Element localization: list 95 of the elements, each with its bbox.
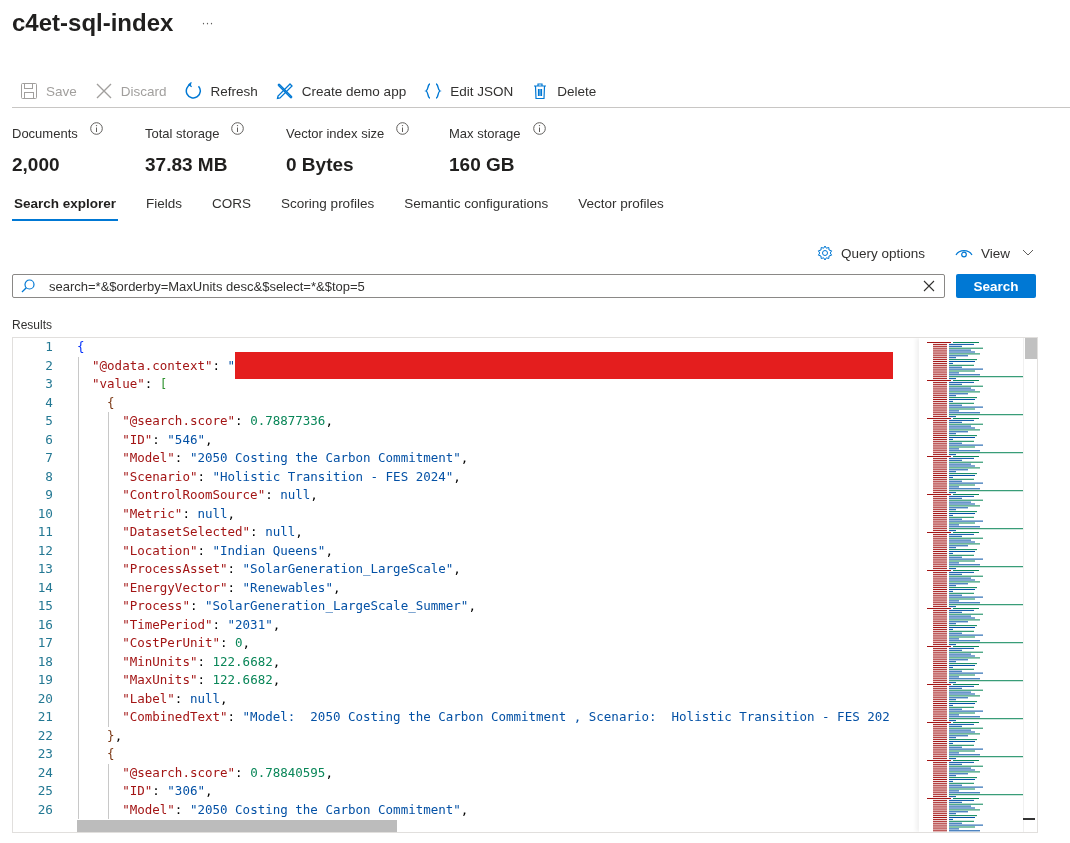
tab[interactable]: Fields xyxy=(144,190,185,221)
overview-marker xyxy=(1023,818,1035,820)
tab[interactable]: Scoring profiles xyxy=(279,190,377,221)
query-options-button[interactable]: Query options xyxy=(814,243,927,263)
line-number: 10 xyxy=(36,504,54,523)
code-line: "Location": "Indian Queens", xyxy=(122,541,333,560)
code-line: "EnergyVector": "Renewables", xyxy=(122,578,341,597)
stat-label: Max storage xyxy=(449,126,521,141)
stat-label: Documents xyxy=(12,126,78,141)
line-number: 8 xyxy=(44,467,54,486)
tab[interactable]: Search explorer xyxy=(12,190,119,221)
code-line: { xyxy=(107,745,115,763)
gear-icon xyxy=(816,245,833,261)
stat-value: 2,000 xyxy=(12,154,61,176)
code-line: "ID": "546", xyxy=(122,430,213,449)
line-number: 20 xyxy=(36,689,54,708)
line-number: 21 xyxy=(36,708,54,726)
stat-label: Total storage xyxy=(145,126,220,141)
code-line: "CombinedText": "Model: 2050 Costing the Carbon Commitment , Scenario: Holistic Transition - FES 202 xyxy=(122,708,890,726)
line-number: 16 xyxy=(36,615,54,634)
page-title: c4et-sql-index xyxy=(12,8,174,38)
code-line: "Process": "SolarGeneration_LargeScale_Summer", xyxy=(122,597,476,615)
line-number: 13 xyxy=(36,560,54,578)
info-icon xyxy=(532,122,546,135)
close-icon xyxy=(94,82,113,100)
code-line: "CostPerUnit": 0, xyxy=(122,634,251,652)
line-number: 19 xyxy=(36,671,54,689)
code-line: "DatasetSelected": null, xyxy=(122,523,303,541)
code-line: "ID": "306", xyxy=(122,782,213,800)
refresh-icon xyxy=(184,82,203,100)
line-number: 25 xyxy=(36,782,54,800)
tab[interactable]: Vector profiles xyxy=(576,190,666,221)
code-line: "Label": null, xyxy=(122,689,228,708)
line-number: 5 xyxy=(44,412,54,430)
stat-value: 37.83 MB xyxy=(145,154,229,176)
code-line: { xyxy=(107,393,115,412)
code-editor[interactable] xyxy=(12,337,1038,833)
code-line: "@search.score": 0.78877336, xyxy=(122,412,333,430)
line-number: 18 xyxy=(36,652,54,671)
stat-label: Vector index size xyxy=(286,126,385,141)
line-number: 4 xyxy=(44,393,54,412)
edit-json-button[interactable]: Edit JSON xyxy=(422,80,516,102)
code-line: "value": [ xyxy=(92,375,168,393)
line-number: 11 xyxy=(36,523,54,541)
line-number: 2 xyxy=(44,356,54,375)
info-icon xyxy=(396,122,410,135)
braces-icon xyxy=(424,82,443,100)
line-number: 9 xyxy=(44,486,54,504)
code-line: "MaxUnits": 122.6682, xyxy=(122,671,281,689)
more-button[interactable]: ··· xyxy=(197,16,218,30)
code-line: { xyxy=(77,338,85,356)
code-line: "@odata.context": " xyxy=(92,356,894,375)
line-number: 14 xyxy=(36,578,54,597)
clear-icon xyxy=(923,280,935,292)
code-line: "Model": "2050 Costing the Carbon Commitment", xyxy=(122,800,469,819)
create-app-button[interactable]: Create demo app xyxy=(273,80,409,102)
code-line: "Model": "2050 Costing the Carbon Commitment", xyxy=(122,449,469,467)
line-number: 1 xyxy=(44,338,54,356)
code-line: "ProcessAsset": "SolarGeneration_LargeScale", xyxy=(122,560,461,578)
refresh-button[interactable]: Refresh xyxy=(182,80,260,102)
search-icon xyxy=(21,279,35,293)
search-button[interactable]: Search xyxy=(956,274,1036,298)
info-icon xyxy=(89,122,103,135)
delete-button[interactable]: Delete xyxy=(529,80,599,102)
results-label: Results xyxy=(12,318,53,334)
line-number: 23 xyxy=(36,745,54,763)
line-number: 12 xyxy=(36,541,54,560)
stat-value: 160 GB xyxy=(449,154,516,176)
line-number: 17 xyxy=(36,634,54,652)
line-number: 3 xyxy=(44,375,54,393)
search-field[interactable]: search=*&$orderby=MaxUnits desc&$select=*&$top=5 xyxy=(12,274,945,298)
pencil-ruler-icon xyxy=(275,82,294,100)
tab[interactable]: Semantic configurations xyxy=(402,190,551,221)
line-number: 22 xyxy=(36,726,54,745)
save-icon xyxy=(20,82,38,100)
scrollbar-thumb[interactable] xyxy=(1025,338,1037,359)
line-number: 7 xyxy=(44,449,54,467)
stat-value: 0 Bytes xyxy=(286,154,355,176)
line-number: 15 xyxy=(36,597,54,615)
code-line: }, xyxy=(107,726,123,745)
eye-icon xyxy=(954,247,973,259)
line-number: 6 xyxy=(44,430,54,449)
line-number: 26 xyxy=(36,800,54,819)
code-line: "@search.score": 0.78840595, xyxy=(122,763,333,782)
tab[interactable]: CORS xyxy=(210,190,254,221)
code-line: "Scenario": "Holistic Transition - FES 2024", xyxy=(122,467,461,486)
view-button[interactable]: View xyxy=(952,243,1036,263)
code-line: "TimePeriod": "2031", xyxy=(122,615,281,634)
code-line: "MinUnits": 122.6682, xyxy=(122,652,281,671)
code-line: "Metric": null, xyxy=(122,504,236,523)
line-number: 24 xyxy=(36,763,54,782)
info-icon xyxy=(231,122,245,135)
chevron-down-icon xyxy=(1022,249,1034,257)
code-line: "ControlRoomSource": null, xyxy=(122,486,318,504)
scrollbar-thumb[interactable] xyxy=(77,820,397,832)
